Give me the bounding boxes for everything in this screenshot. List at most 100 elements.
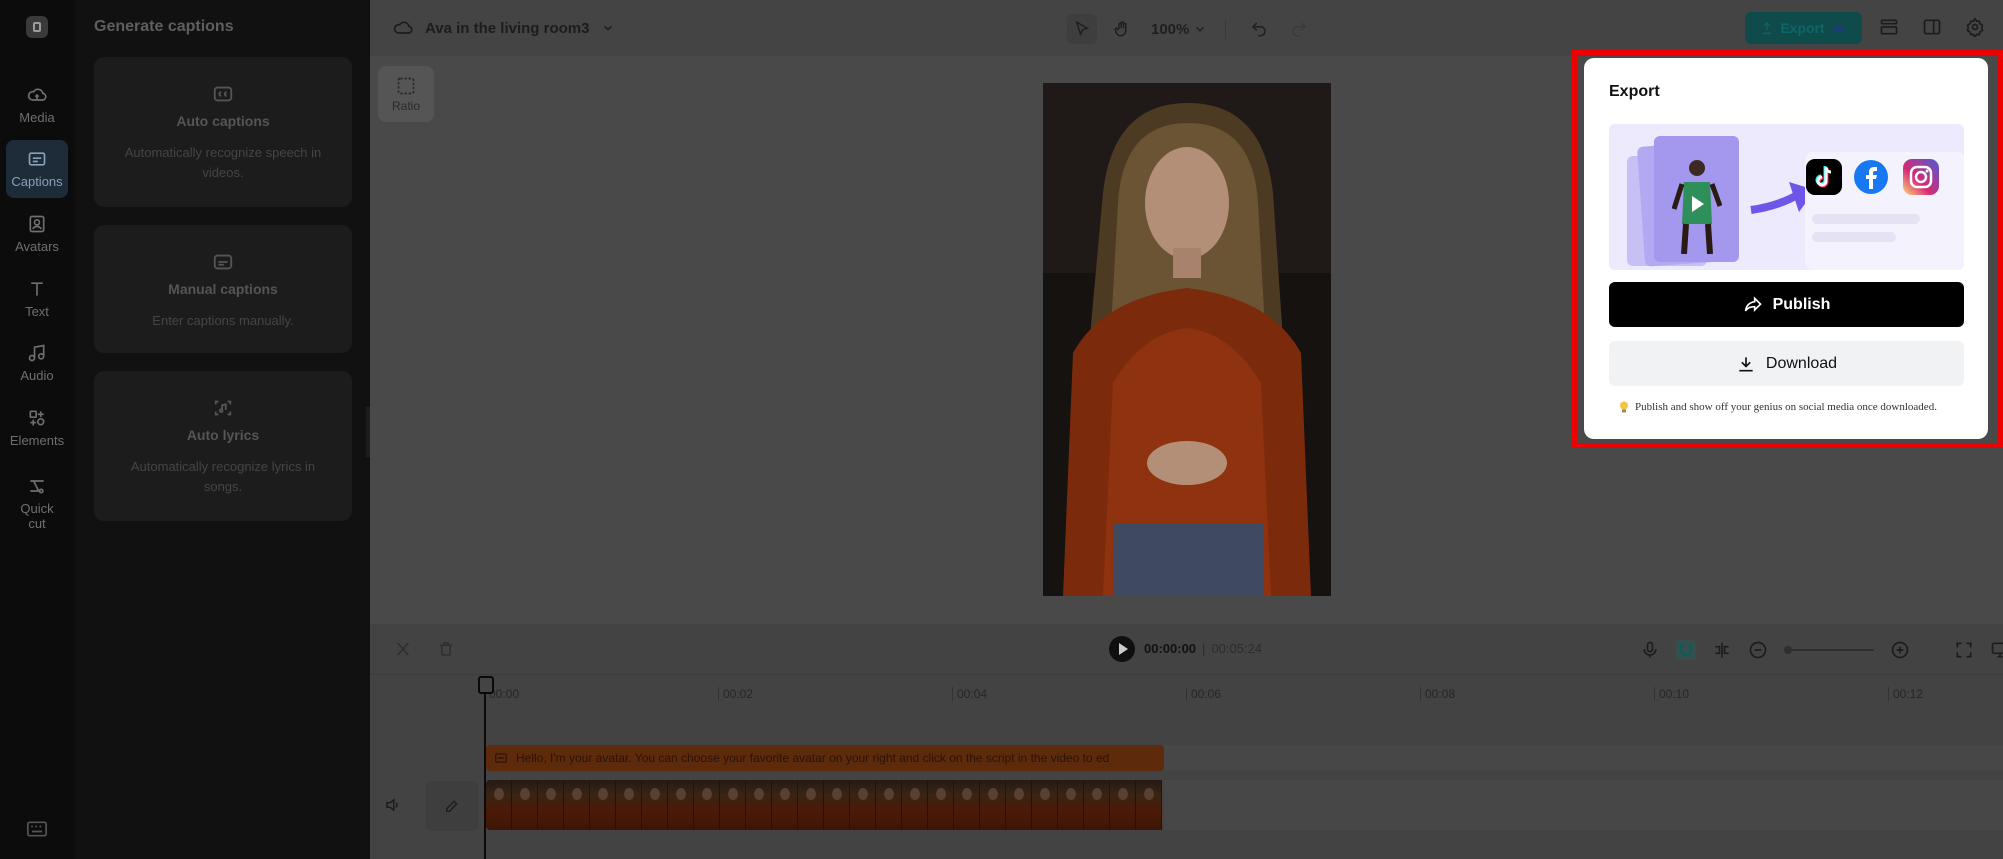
- export-tip: Publish and show off your genius on soci…: [1619, 401, 1937, 413]
- hand-tool[interactable]: [1107, 14, 1137, 44]
- edit-track-button[interactable]: [426, 781, 478, 831]
- toolbar-divider: [1225, 19, 1227, 39]
- split-track-icon[interactable]: [1712, 640, 1732, 660]
- monitor-icon[interactable]: [1990, 640, 2003, 660]
- top-right-icons: [1879, 17, 1985, 37]
- tick-label: 00:06: [1186, 687, 1221, 701]
- sidebar-item-label: Captions: [11, 174, 63, 189]
- select-tool[interactable]: [1067, 14, 1097, 44]
- microphone-icon[interactable]: [1640, 640, 1660, 660]
- redo-icon: [1292, 22, 1307, 37]
- card-description: Enter captions manually.: [152, 313, 294, 328]
- zoom-out-icon[interactable]: [1748, 640, 1768, 660]
- split-icon[interactable]: [394, 640, 412, 658]
- sidebar-item-label: Text: [25, 304, 49, 319]
- redo-button[interactable]: [1284, 14, 1314, 44]
- tick-label: 00:10: [1654, 687, 1689, 701]
- video-track-lane: [1164, 780, 2003, 830]
- split-panel-icon[interactable]: [1922, 17, 1942, 37]
- sidebar-item-text[interactable]: Text: [6, 270, 68, 328]
- timecode: 00:00:00 | 00:05:24: [1144, 641, 1263, 656]
- popup-title: Export: [1609, 83, 1660, 100]
- volume-icon[interactable]: [384, 796, 402, 814]
- sidebar-item-captions[interactable]: Captions: [6, 140, 68, 198]
- cloud-upload-icon: [27, 88, 47, 101]
- sidebar-item-avatars[interactable]: Avatars: [6, 205, 68, 263]
- chevron-down-icon: [604, 25, 613, 31]
- cloud-icon: [393, 21, 413, 34]
- zoom-in-icon[interactable]: [1890, 640, 1910, 660]
- tick-label: 00:12: [1888, 687, 1923, 701]
- ratio-button[interactable]: Ratio: [378, 66, 434, 122]
- zoom-slider[interactable]: [1784, 646, 1874, 654]
- publish-illustration: [1609, 124, 1964, 270]
- instagram-icon: [1903, 159, 1939, 195]
- card-description: Automatically recognize speech in videos…: [124, 145, 322, 180]
- caption-track-lane: [1164, 745, 2003, 771]
- lyrics-scan-icon: [214, 400, 232, 416]
- lightbulb-icon: [1620, 401, 1628, 413]
- tiktok-icon: [1806, 159, 1842, 195]
- download-button[interactable]: Download: [1609, 341, 1964, 386]
- tick-label: 00:04: [952, 687, 987, 701]
- export-button[interactable]: Export: [1745, 12, 1862, 44]
- total-time: 00:05:24: [1211, 641, 1263, 656]
- download-label: Download: [1765, 354, 1838, 372]
- fit-screen-icon[interactable]: [1954, 640, 1974, 660]
- sidebar-item-label: Audio: [20, 368, 54, 383]
- hand-icon: [1114, 21, 1127, 37]
- current-time: 00:00:00: [1144, 641, 1197, 656]
- video-preview[interactable]: [1043, 83, 1331, 596]
- sidebar-item-quick-cut[interactable]: Quick cut: [6, 467, 68, 539]
- manual-captions-card[interactable]: Manual captions Enter captions manually.: [94, 225, 352, 353]
- sidebar-item-label: Avatars: [15, 239, 59, 254]
- caption-clip-icon: [495, 753, 507, 763]
- person-illustration: [1672, 160, 1722, 254]
- tick-label: 00:02: [718, 687, 753, 701]
- undo-button[interactable]: [1244, 14, 1274, 44]
- sidebar-item-media[interactable]: Media: [6, 76, 68, 134]
- sidebar-item-audio[interactable]: Audio: [6, 334, 68, 392]
- closed-captions-icon: [213, 86, 233, 102]
- caption-clip-text: Hello, I'm your avatar. You can choose y…: [516, 751, 1110, 765]
- project-selector[interactable]: Ava in the living room3: [393, 18, 615, 38]
- sidebar-item-label: Media: [19, 110, 55, 125]
- caption-clip[interactable]: Hello, I'm your avatar. You can choose y…: [486, 745, 1164, 771]
- upload-icon: [1763, 21, 1772, 34]
- app-logo[interactable]: [26, 16, 48, 38]
- sidebar-item-label: Quick cut: [20, 500, 54, 531]
- gear-icon[interactable]: [1965, 17, 1985, 37]
- tip-text: Publish and show off your genius on soci…: [1635, 401, 1937, 413]
- zoom-dropdown[interactable]: 100%: [1151, 21, 1207, 38]
- captions-panel: Generate captions Auto captions Automati…: [75, 0, 370, 859]
- tick-label: 00:08: [1420, 687, 1455, 701]
- timeline: 00:00:00 | 00:05:24 00:00 00:02 00:04 00:0…: [370, 624, 2003, 859]
- export-popup: Export Publish Download Publish and show…: [1584, 58, 1988, 439]
- icon-rail: Media Captions Avatars Text Audio Elemen…: [0, 0, 75, 859]
- captions-icon: [28, 152, 46, 166]
- text-icon: [31, 282, 43, 296]
- pointer-icon: [1075, 20, 1090, 37]
- layers-icon[interactable]: [1879, 17, 1899, 37]
- keyboard-icon[interactable]: [27, 821, 47, 837]
- chevron-down-icon: [1196, 26, 1205, 32]
- trash-icon[interactable]: [437, 640, 455, 658]
- panel-title: Generate captions: [94, 18, 234, 35]
- music-icon: [28, 344, 45, 362]
- auto-captions-card[interactable]: Auto captions Automatically recognize sp…: [94, 57, 352, 207]
- playhead[interactable]: [478, 676, 494, 859]
- subtitles-icon: [213, 254, 233, 270]
- scissors-icon: [30, 479, 44, 493]
- sidebar-item-elements[interactable]: Elements: [6, 399, 68, 457]
- publish-button[interactable]: Publish: [1609, 282, 1964, 327]
- project-name: Ava in the living room3: [425, 19, 590, 37]
- auto-lyrics-card[interactable]: Auto lyrics Automatically recognize lyri…: [94, 371, 352, 521]
- card-description: Automatically recognize lyrics in songs.: [130, 459, 316, 494]
- card-title: Auto lyrics: [186, 427, 260, 443]
- video-clip[interactable]: [486, 780, 1164, 830]
- card-title: Auto captions: [176, 113, 270, 129]
- play-button[interactable]: [1109, 636, 1135, 662]
- time-ruler[interactable]: 00:00 00:02 00:04 00:06 00:08 00:10 00:1…: [370, 674, 2003, 714]
- magnet-icon[interactable]: [1676, 640, 1696, 660]
- share-icon: [1744, 295, 1762, 312]
